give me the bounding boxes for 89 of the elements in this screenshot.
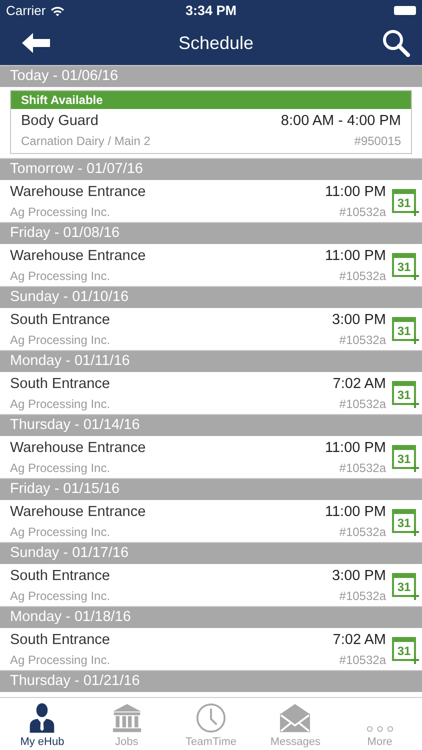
add-to-calendar-button[interactable]: 31 [392,381,416,405]
shift-title: Warehouse Entrance [10,502,146,522]
plus-icon [411,464,419,472]
plus-icon [411,592,419,600]
clock-icon [196,703,226,733]
tab-bar-item[interactable]: Messages [253,698,338,750]
date-header: Thursday - 01/21/16 [0,670,422,692]
plus-icon [411,400,419,408]
shift-number: #10532a [339,204,386,220]
shift-location: Ag Processing Inc. [10,268,110,284]
shift-title: Warehouse Entrance [10,246,146,266]
shift-time: 11:00 PM [325,502,386,522]
shift-row[interactable]: South Entrance 3:00 PM Ag Processing Inc. #10532a 31 [0,308,422,350]
back-button[interactable] [22,33,50,53]
shift-time: 7:02 AM [332,374,386,394]
shift-banner: Shift Available [11,91,411,109]
more-icon [366,725,394,733]
plus-icon [411,336,419,344]
shift-row[interactable]: South Entrance 3:00 PM Ag Processing Inc. #10532a 31 [0,564,422,606]
shift-location: Ag Processing Inc. [10,588,110,604]
shift-time: 7:02 AM [332,630,386,650]
shift-number: #10532a [339,652,386,668]
date-header: Monday - 01/11/16 [0,350,422,372]
shift-title: South Entrance [10,566,110,586]
shift-time: 8:00 AM - 4:00 PM [280,112,401,131]
shift-time: 11:00 PM [325,246,386,266]
shift-row[interactable]: South Entrance 7:02 AM Ag Processing Inc. #10532a 31 [0,372,422,414]
shift-location: Ag Processing Inc. [10,460,110,476]
shift-time: 3:00 PM [332,566,386,586]
shift-title: South Entrance [10,310,110,330]
shift-card[interactable]: Shift Available Body Guard 8:00 AM - 4:00 PM Carnation Dairy / Main 2 #950015 [10,90,412,154]
shift-location: Carnation Dairy / Main 2 [21,133,150,150]
shift-time: 11:00 PM [325,438,386,458]
shift-title: South Entrance [10,630,110,650]
date-header: Friday - 01/08/16 [0,222,422,244]
shift-row[interactable]: Warehouse Entrance 11:00 PM Ag Processing Inc. #10532a 31 [0,180,422,222]
shift-number: #10532a [339,460,386,476]
shift-title: South Entrance [10,374,110,394]
date-header: Monday - 01/18/16 [0,606,422,628]
shift-row[interactable]: Warehouse Entrance 11:00 PM Ag Processing Inc. #10532a 31 [0,436,422,478]
date-header: Sunday - 01/17/16 [0,542,422,564]
plus-icon [411,528,419,536]
shift-row[interactable]: Warehouse Entrance 11:00 PM Ag Processing Inc. #10532a 31 [0,244,422,286]
carrier-label: Carrier [6,3,46,18]
date-header: Thursday - 01/14/16 [0,414,422,436]
shift-row[interactable]: South Entrance 7:02 AM Ag Processing Inc. #10532a 31 [0,628,422,670]
shift-title: Body Guard [21,112,98,131]
date-header: Today - 01/06/16 [0,65,422,87]
shift-title: Warehouse Entrance [10,438,146,458]
add-to-calendar-button[interactable]: 31 [392,189,416,213]
add-to-calendar-button[interactable]: 31 [392,637,416,661]
shift-time: 11:00 PM [325,182,386,202]
add-to-calendar-button[interactable]: 31 [392,509,416,533]
status-time: 3:34 PM [185,3,237,18]
shift-location: Ag Processing Inc. [10,652,110,668]
shift-title: Warehouse Entrance [10,182,146,202]
shift-number: #950015 [354,133,401,150]
person-icon [29,703,56,733]
envelope-icon [279,703,312,733]
add-to-calendar-button[interactable]: 31 [392,573,416,597]
date-header: Sunday - 01/10/16 [0,286,422,308]
add-to-calendar-button[interactable]: 31 [392,253,416,277]
shift-number: #10532a [339,268,386,284]
date-header: Friday - 01/15/16 [0,478,422,500]
plus-icon [411,272,419,280]
shift-location: Ag Processing Inc. [10,332,110,348]
wifi-icon [50,4,65,16]
screen-title: Schedule [178,32,254,54]
add-to-calendar-button[interactable]: 31 [392,317,416,341]
shift-number: #10532a [339,396,386,412]
plus-icon [411,656,419,664]
plus-icon [411,208,419,216]
date-header: Tomorrow - 01/07/16 [0,158,422,180]
shift-location: Ag Processing Inc. [10,204,110,220]
add-to-calendar-button[interactable]: 31 [392,445,416,469]
bank-icon [112,703,142,733]
shift-number: #10532a [339,588,386,604]
shift-location: Ag Processing Inc. [10,524,110,540]
search-button[interactable] [382,29,410,57]
shift-time: 3:00 PM [332,310,386,330]
shift-row[interactable]: Warehouse Entrance 11:00 PM Ag Processing Inc. #10532a 31 [0,500,422,542]
tab-bar-item[interactable]: My eHub [0,698,84,750]
tab-bar-item[interactable]: Jobs [84,698,169,750]
battery-icon [394,6,416,15]
shift-number: #10532a [339,332,386,348]
tab-bar-item[interactable]: More [338,698,422,750]
tab-bar-item[interactable]: TeamTime [168,698,254,750]
shift-number: #10532a [339,524,386,540]
shift-location: Ag Processing Inc. [10,396,110,412]
